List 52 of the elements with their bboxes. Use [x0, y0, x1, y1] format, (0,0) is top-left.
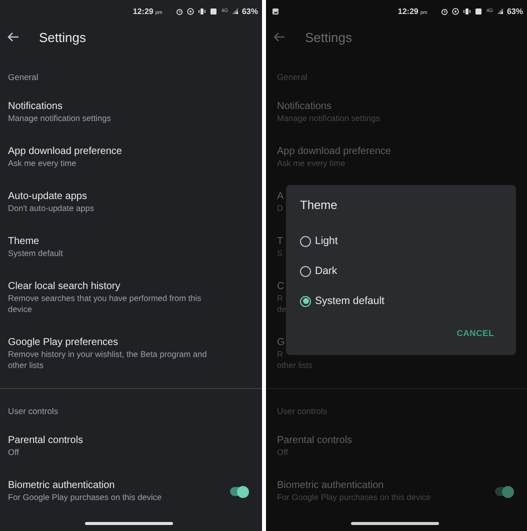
- sim-icon: [210, 8, 218, 14]
- cancel-button[interactable]: CANCEL: [452, 326, 498, 340]
- alarm-icon: [176, 8, 184, 14]
- text-fragment: S: [277, 248, 283, 259]
- radio-button[interactable]: [300, 296, 311, 306]
- text-fragment: C: [277, 281, 284, 293]
- text-fragment: A: [277, 191, 284, 203]
- item-description: For Google Play purchases on this device: [8, 492, 162, 503]
- text-fragment: D: [277, 203, 283, 214]
- item-title: Biometric authentication: [277, 480, 384, 492]
- clock-icon: [452, 8, 460, 14]
- dialog-title: Theme: [300, 198, 338, 212]
- text-fragment: G: [277, 337, 285, 349]
- section-header: General: [7, 71, 40, 84]
- page-title: Settings: [305, 30, 352, 44]
- settings-item[interactable]: App download preference Ask me every time: [0, 135, 262, 180]
- text-fragment: de: [277, 304, 286, 315]
- text-fragment: R: [277, 349, 283, 360]
- alarm-icon: [441, 8, 448, 14]
- item-title: Biometric authentication: [8, 480, 115, 492]
- settings-item[interactable]: Auto-update apps Don't auto-update apps: [0, 180, 262, 225]
- settings-item[interactable]: Google Play preferences Remove history in your wishlist, the Beta program and other lists: [0, 326, 262, 382]
- section-header: User controls: [7, 405, 60, 418]
- toggle-switch[interactable]: [230, 487, 248, 496]
- signal-icon: [496, 8, 503, 14]
- image-icon: [272, 8, 279, 14]
- settings-item[interactable]: Parental controls Off: [0, 424, 262, 469]
- section-header: User controls: [276, 405, 328, 418]
- vibrate-icon: [198, 8, 206, 14]
- battery-level: 63%: [242, 6, 258, 16]
- section-header: General: [276, 71, 308, 84]
- toggle-switch[interactable]: [495, 487, 513, 496]
- radio-button[interactable]: [300, 236, 311, 246]
- settings-item[interactable]: Clear local search history Remove searches that you have performed from this device: [0, 270, 262, 326]
- sim-icon: [475, 8, 482, 14]
- text-fragment: R: [277, 293, 283, 304]
- item-description: For Google Play purchases on this device: [277, 492, 431, 503]
- radio-option[interactable]: System default: [300, 286, 384, 316]
- radio-button[interactable]: [300, 266, 311, 276]
- back-arrow-icon: [273, 32, 285, 42]
- signal-icon: [232, 8, 238, 14]
- back-arrow-icon: [7, 32, 19, 42]
- settings-item[interactable]: Theme System default: [0, 225, 262, 270]
- text-fragment: other lists: [277, 360, 313, 371]
- clock-icon: [187, 8, 194, 14]
- settings-item[interactable]: Notifications Manage notification settings: [0, 90, 262, 135]
- radio-option[interactable]: Light: [300, 226, 338, 256]
- battery-level: 63%: [506, 6, 523, 16]
- text-fragment: T: [277, 236, 284, 248]
- radio-option[interactable]: Dark: [300, 256, 338, 286]
- page-title: Settings: [39, 30, 86, 44]
- vibrate-icon: [463, 8, 472, 14]
